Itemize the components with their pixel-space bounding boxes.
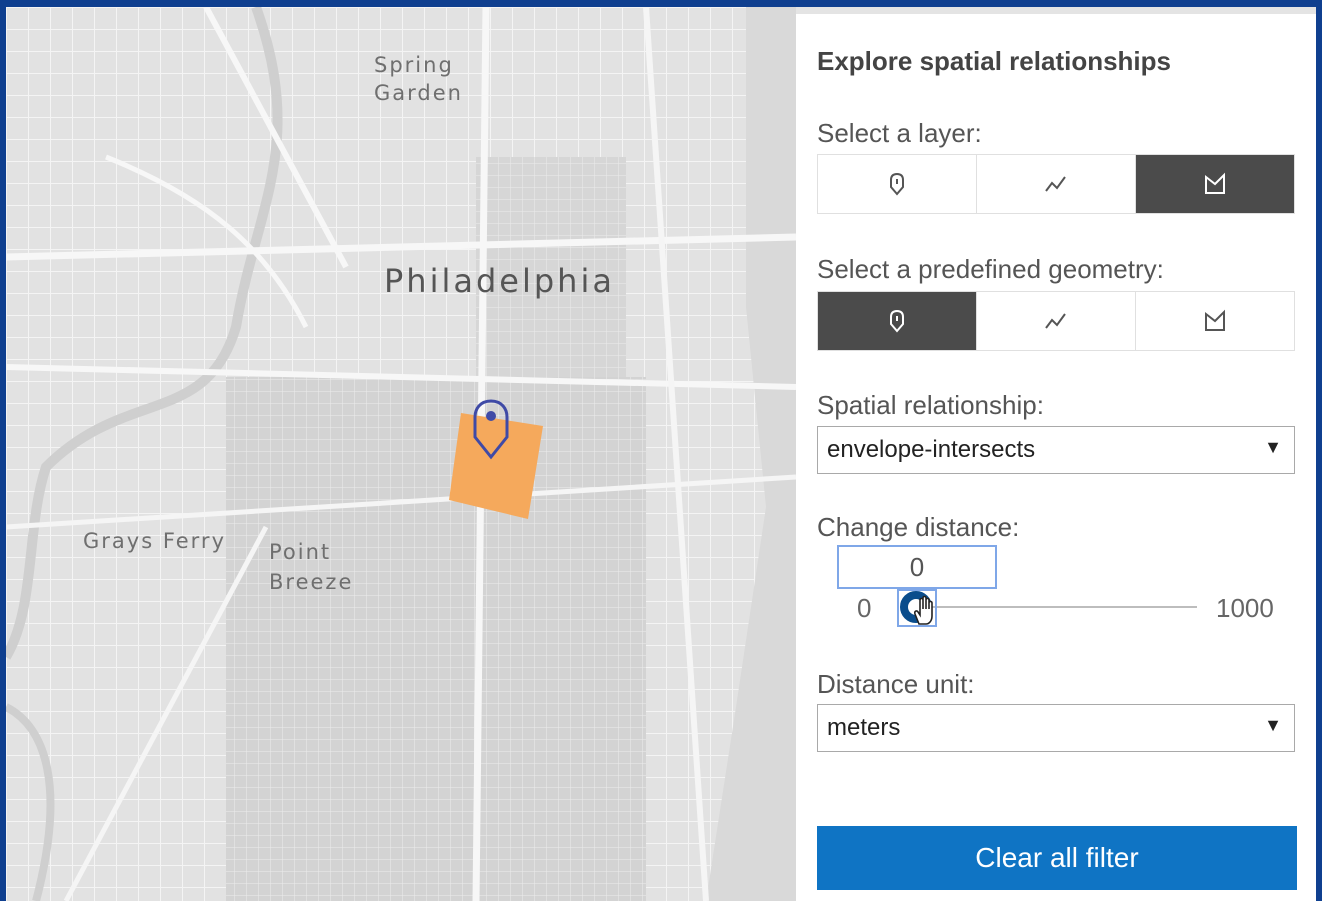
unit-label: Distance unit: bbox=[817, 669, 975, 699]
relationship-select[interactable]: envelope-intersects ▼ bbox=[817, 426, 1295, 474]
polygon-icon bbox=[1205, 309, 1225, 331]
point-icon bbox=[890, 172, 904, 196]
unit-select-value: meters bbox=[827, 714, 901, 741]
polygon-icon bbox=[1205, 172, 1225, 194]
unit-select[interactable]: meters ▼ bbox=[817, 704, 1295, 752]
map-label-philadelphia: Philadelphia bbox=[384, 262, 615, 300]
geometry-selector bbox=[817, 291, 1295, 351]
clear-all-filter-button[interactable]: Clear all filter bbox=[817, 826, 1297, 890]
layer-selector bbox=[817, 154, 1295, 214]
app-frame: Spring Garden Philadelphia Grays Ferry P… bbox=[6, 7, 1316, 901]
map-pin-icon[interactable] bbox=[471, 397, 511, 461]
slider-min-label: 0 bbox=[857, 593, 872, 623]
slider-max-label: 1000 bbox=[1216, 593, 1274, 623]
polyline-icon bbox=[1045, 313, 1066, 329]
distance-value-input[interactable]: 0 bbox=[837, 545, 997, 589]
map-label-spring-garden: Spring Garden bbox=[374, 53, 463, 105]
distance-label: Change distance: bbox=[817, 512, 1020, 542]
map-label-point-breeze: Point Breeze bbox=[269, 540, 354, 594]
distance-slider-track[interactable] bbox=[901, 606, 1197, 608]
relationship-select-value: envelope-intersects bbox=[827, 436, 1036, 463]
hand-cursor-icon bbox=[914, 595, 933, 625]
point-icon bbox=[890, 309, 904, 333]
filter-panel: Explore spatial relationships Select a l… bbox=[796, 14, 1316, 901]
layer-polyline-button[interactable] bbox=[977, 155, 1136, 213]
map-view[interactable]: Spring Garden Philadelphia Grays Ferry P… bbox=[6, 7, 796, 901]
basemap bbox=[6, 7, 796, 901]
geometry-point-button[interactable] bbox=[818, 292, 977, 350]
map-label-grays-ferry: Grays Ferry bbox=[83, 529, 226, 553]
geometry-polygon-button[interactable] bbox=[1136, 292, 1294, 350]
relationship-label: Spatial relationship: bbox=[817, 390, 1044, 420]
geometry-label: Select a predefined geometry: bbox=[817, 254, 1164, 284]
panel-title: Explore spatial relationships bbox=[817, 46, 1171, 76]
layer-point-button[interactable] bbox=[818, 155, 977, 213]
geometry-polyline-button[interactable] bbox=[977, 292, 1136, 350]
layer-label: Select a layer: bbox=[817, 118, 982, 148]
layer-polygon-button[interactable] bbox=[1136, 155, 1294, 213]
polyline-icon bbox=[1045, 176, 1066, 192]
dropdown-arrow-icon: ▼ bbox=[1264, 437, 1282, 457]
dropdown-arrow-icon: ▼ bbox=[1264, 715, 1282, 735]
